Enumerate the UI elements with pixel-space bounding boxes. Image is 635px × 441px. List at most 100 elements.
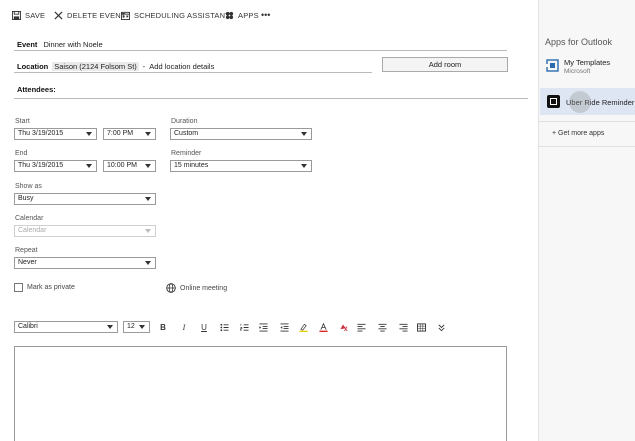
bullet-list-icon[interactable]: [218, 321, 230, 333]
scheduling-assistant-label: SCHEDULING ASSISTANT: [134, 10, 230, 20]
app-name: My Templates: [564, 58, 611, 67]
repeat-select[interactable]: Never: [14, 257, 156, 269]
location-details-input[interactable]: Add location details: [149, 62, 214, 71]
align-center-icon[interactable]: [376, 321, 388, 333]
uber-icon-square: [550, 98, 557, 105]
templates-icon: [546, 59, 559, 72]
delete-event-button[interactable]: DELETE EVENT: [54, 8, 126, 22]
duration-select[interactable]: Custom: [170, 128, 312, 140]
chevron-down-icon: [301, 164, 307, 168]
event-row: Event Dinner with Noele: [17, 40, 103, 49]
end-label: End: [15, 150, 28, 157]
event-title-input[interactable]: Dinner with Noele: [43, 40, 102, 49]
location-separator: -: [142, 62, 146, 71]
mark-private-label: Mark as private: [27, 284, 75, 291]
duration-label: Duration: [171, 118, 198, 125]
chevron-down-icon: [301, 132, 307, 136]
more-options-button[interactable]: •••: [261, 8, 270, 22]
online-meeting-toggle[interactable]: Online meeting: [166, 283, 227, 293]
italic-icon[interactable]: I: [178, 321, 190, 333]
repeat-value: Never: [18, 259, 37, 266]
reminder-value: 15 minutes: [174, 162, 209, 169]
chevron-down-icon: [145, 229, 151, 233]
attendees-label: Attendees:: [17, 85, 56, 94]
chevron-down-icon: [145, 164, 151, 168]
start-label: Start: [15, 118, 30, 125]
chevron-down-icon: [107, 325, 113, 329]
chevron-down-icon: [139, 325, 145, 329]
start-date-select[interactable]: Thu 3/19/2015: [14, 128, 97, 140]
scheduling-assistant-button[interactable]: SCHEDULING ASSISTANT: [121, 8, 230, 22]
app-item-my-templates[interactable]: My Templates Microsoft: [539, 54, 635, 81]
reminder-label: Reminder: [171, 150, 202, 157]
table-icon[interactable]: [415, 321, 427, 333]
apps-sidebar: Apps for Outlook My Templates Microsoft …: [538, 0, 635, 441]
calendar-select: Calendar: [14, 225, 156, 237]
sidebar-divider: [539, 121, 635, 122]
show-as-select[interactable]: Busy: [14, 193, 156, 205]
apps-button[interactable]: APPS: [225, 8, 259, 22]
get-more-apps-link[interactable]: + Get more apps: [552, 130, 604, 137]
font-color-icon[interactable]: [317, 321, 329, 333]
app-item-uber[interactable]: Uber Ride Reminder: [540, 88, 635, 115]
add-room-button[interactable]: Add room: [382, 57, 508, 72]
highlight-icon[interactable]: [297, 321, 309, 333]
duration-value: Custom: [174, 130, 199, 137]
align-right-icon[interactable]: [397, 321, 409, 333]
event-underline: [14, 50, 507, 51]
bold-icon[interactable]: B: [157, 321, 169, 333]
attendees-underline: [14, 98, 528, 99]
chevron-down-icon: [145, 261, 151, 265]
numbered-list-icon[interactable]: [238, 321, 250, 333]
app-vendor: Microsoft: [564, 68, 591, 75]
calendar-icon: [121, 11, 130, 20]
mark-private-toggle[interactable]: Mark as private: [14, 283, 75, 292]
start-time-select[interactable]: 7:00 PM: [103, 128, 156, 140]
chevron-down-icon: [145, 132, 151, 136]
sidebar-divider: [539, 146, 635, 147]
delete-event-label: DELETE EVENT: [67, 10, 126, 20]
close-icon: [54, 10, 63, 20]
globe-icon: [166, 283, 176, 293]
cursor-highlight: [569, 91, 591, 113]
location-chip[interactable]: Saison (2124 Folsom St): [52, 62, 139, 71]
apps-label: APPS: [238, 10, 259, 20]
font-family-select[interactable]: Calibri: [14, 321, 118, 333]
align-left-icon[interactable]: [355, 321, 367, 333]
font-family-value: Calibri: [18, 323, 38, 330]
underline-icon[interactable]: U: [198, 321, 210, 333]
repeat-label: Repeat: [15, 247, 38, 254]
chevron-down-icon: [86, 132, 92, 136]
online-meeting-label: Online meeting: [180, 284, 228, 292]
outdent-icon[interactable]: [278, 321, 290, 333]
start-time-value: 7:00 PM: [107, 130, 134, 137]
font-size-select[interactable]: 12: [123, 321, 150, 333]
reminder-select[interactable]: 15 minutes: [170, 160, 312, 172]
calendar-value: Calendar: [18, 227, 47, 234]
event-label: Event: [17, 40, 38, 49]
clear-formatting-icon[interactable]: [337, 321, 349, 333]
end-time-value: 10:00 PM: [107, 162, 137, 169]
show-as-value: Busy: [18, 195, 34, 202]
more-formatting-icon[interactable]: [435, 321, 447, 333]
location-label: Location: [17, 62, 49, 71]
start-date-value: Thu 3/19/2015: [18, 130, 64, 137]
save-button[interactable]: SAVE: [12, 8, 45, 22]
show-as-label: Show as: [15, 183, 42, 190]
body-editor[interactable]: [14, 346, 507, 441]
chevron-down-icon: [86, 164, 92, 168]
save-label: SAVE: [25, 10, 46, 20]
indent-icon[interactable]: [257, 321, 269, 333]
save-icon: [12, 10, 21, 20]
uber-icon: [547, 95, 560, 108]
more-icon: •••: [261, 10, 271, 20]
apps-icon: [225, 11, 234, 19]
end-date-value: Thu 3/19/2015: [18, 162, 64, 169]
checkbox[interactable]: [14, 283, 23, 292]
end-time-select[interactable]: 10:00 PM: [103, 160, 156, 172]
sidebar-title: Apps for Outlook: [545, 37, 613, 47]
end-date-select[interactable]: Thu 3/19/2015: [14, 160, 97, 172]
chevron-down-icon: [145, 197, 151, 201]
location-underline: [14, 72, 372, 73]
location-row: Location Saison (2124 Folsom St) - Add l…: [17, 62, 214, 71]
